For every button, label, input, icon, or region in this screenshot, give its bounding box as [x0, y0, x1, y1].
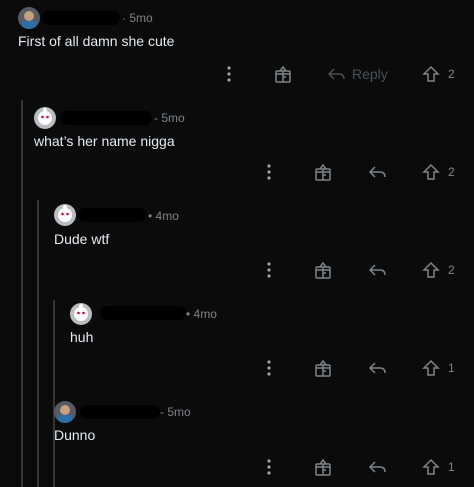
- comment-2: • 4mo Dude wtf 2: [0, 200, 474, 300]
- upvote-icon: [422, 458, 440, 475]
- vote-count: 1: [448, 460, 455, 474]
- reply-icon: [368, 264, 386, 276]
- vote-count: 1: [448, 361, 455, 375]
- upvote-icon: [422, 65, 440, 82]
- comment-text: Dude wtf: [54, 231, 110, 247]
- upvote-icon: [422, 359, 440, 376]
- upvote-button[interactable]: [420, 64, 442, 84]
- vote-count: 2: [448, 263, 455, 277]
- comment-text: First of all damn she cute: [18, 33, 175, 49]
- more-options-button[interactable]: [220, 64, 238, 84]
- reply-button[interactable]: [366, 457, 388, 477]
- redacted-username: [80, 405, 160, 419]
- upvote-button[interactable]: [420, 162, 442, 182]
- more-options-button[interactable]: [260, 358, 278, 378]
- reply-icon: [327, 68, 345, 80]
- comment-text: huh: [70, 329, 94, 345]
- comment-age: • 4mo: [148, 209, 179, 223]
- user-avatar[interactable]: [70, 303, 92, 325]
- upvote-icon: [422, 163, 440, 180]
- award-icon: [275, 65, 291, 83]
- reply-icon: [368, 461, 386, 473]
- redacted-username: [60, 111, 152, 125]
- reply-button[interactable]: Reply: [326, 64, 396, 84]
- award-button[interactable]: [272, 64, 294, 84]
- more-options-button[interactable]: [260, 457, 278, 477]
- redacted-username: [78, 208, 146, 222]
- reply-icon: [368, 166, 386, 178]
- upvote-button[interactable]: [420, 260, 442, 280]
- comment-age: - 5mo: [160, 405, 191, 419]
- comment-age: • 4mo: [186, 307, 217, 321]
- redacted-username: [100, 306, 186, 320]
- award-button[interactable]: [312, 260, 334, 280]
- award-icon: [315, 359, 331, 377]
- comment-4: - 5mo Dunno 1: [0, 398, 474, 487]
- comment-age: · 5mo: [122, 11, 153, 25]
- reply-label: Reply: [352, 66, 388, 82]
- user-avatar[interactable]: [34, 107, 56, 129]
- vote-count: 2: [448, 165, 455, 179]
- redacted-username: [42, 11, 120, 25]
- user-avatar[interactable]: [54, 401, 76, 423]
- comment-age: - 5mo: [154, 111, 185, 125]
- upvote-button[interactable]: [420, 457, 442, 477]
- more-options-icon: [267, 360, 271, 376]
- more-options-icon: [227, 66, 231, 82]
- more-options-button[interactable]: [260, 162, 278, 182]
- more-options-icon: [267, 459, 271, 475]
- award-button[interactable]: [312, 457, 334, 477]
- award-button[interactable]: [312, 162, 334, 182]
- reply-button[interactable]: [366, 260, 388, 280]
- award-icon: [315, 163, 331, 181]
- award-icon: [315, 261, 331, 279]
- vote-count: 2: [448, 67, 455, 81]
- reply-button[interactable]: [366, 162, 388, 182]
- award-button[interactable]: [312, 358, 334, 378]
- more-options-icon: [267, 262, 271, 278]
- more-options-icon: [267, 164, 271, 180]
- award-icon: [315, 458, 331, 476]
- comment-text: Dunno: [54, 427, 96, 443]
- reply-icon: [368, 362, 386, 374]
- comment-0: · 5mo First of all damn she cute Reply 2: [0, 0, 474, 100]
- reply-button[interactable]: [366, 358, 388, 378]
- comment-text: what’s her name nigga: [34, 133, 175, 149]
- user-avatar[interactable]: [54, 204, 76, 226]
- upvote-icon: [422, 261, 440, 278]
- more-options-button[interactable]: [260, 260, 278, 280]
- comment-1: - 5mo what’s her name nigga 2: [0, 100, 474, 200]
- user-avatar[interactable]: [18, 7, 40, 29]
- upvote-button[interactable]: [420, 358, 442, 378]
- comment-3: • 4mo huh 1: [0, 300, 474, 398]
